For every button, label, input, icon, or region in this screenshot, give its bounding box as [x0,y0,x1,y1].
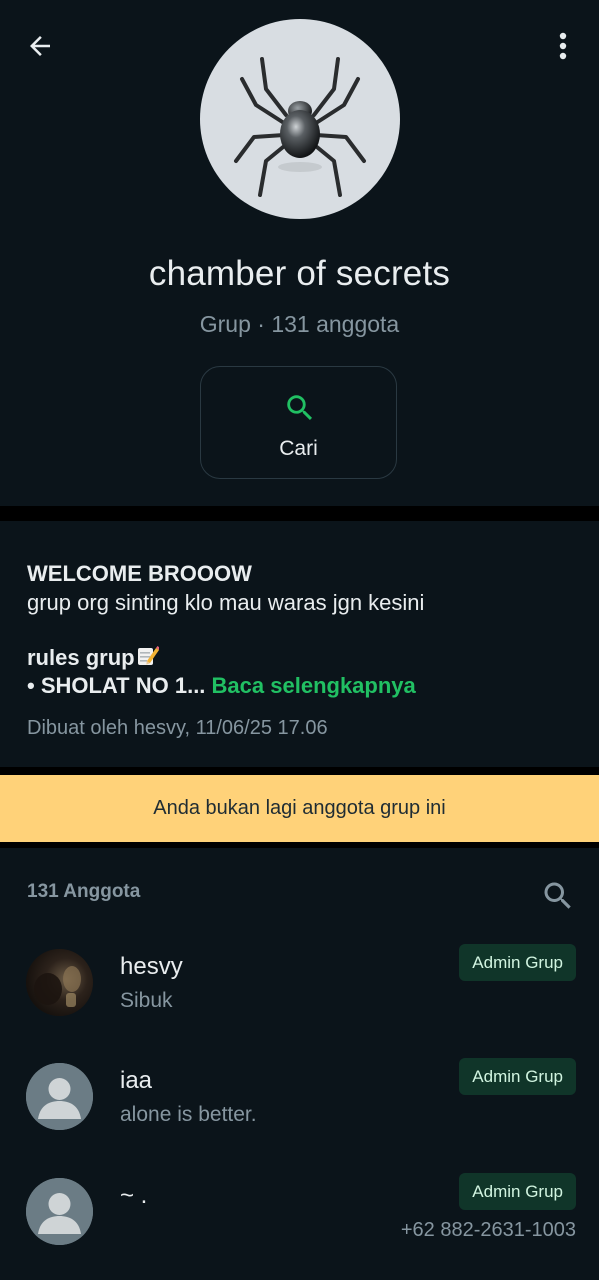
member-status: alone is better. [120,1103,257,1126]
more-options-button[interactable] [546,26,580,66]
search-icon [544,882,571,909]
search-button[interactable]: Cari [200,366,397,479]
avatar [26,949,93,1016]
description-line-4-text: • SHOLAT NO 1... [27,673,206,698]
members-section: 131 Anggota hesvy Sibuk Admin Grup iaa a… [0,848,599,1280]
description-line-2: grup org sinting klo mau waras jgn kesin… [27,590,425,615]
member-name: ~ . [120,1182,148,1209]
description-line-4: • SHOLAT NO 1... Baca selengkapnya [27,673,416,699]
search-icon [283,391,317,425]
spider-icon [234,57,366,197]
default-person-icon [26,1063,93,1130]
admin-badge: Admin Grup [459,944,576,981]
group-header: chamber of secrets Grup · 131 anggota Ca… [0,0,599,506]
members-count: 131 Anggota [27,881,141,902]
description-line-1: WELCOME BROOOW [27,561,252,586]
more-vertical-icon [559,32,567,60]
group-avatar[interactable] [200,19,400,219]
member-status: Sibuk [120,989,173,1012]
group-subtitle: Grup · 131 anggota [199,311,400,337]
search-label: Cari [279,437,318,460]
admin-badge: Admin Grup [459,1173,576,1210]
group-title: chamber of secrets [148,254,451,293]
admin-badge: Admin Grup [459,1058,576,1095]
description-line-3: rules grup [27,645,160,673]
group-description[interactable]: WELCOME BROOOW grup org sinting klo mau … [0,521,599,767]
default-person-icon [26,1178,93,1245]
back-button[interactable] [22,28,58,64]
member-row[interactable]: hesvy Sibuk Admin Grup [0,944,599,1049]
member-name: hesvy [120,953,183,980]
not-member-banner: Anda bukan lagi anggota grup ini [0,775,599,842]
members-search-button[interactable] [540,878,576,914]
group-info-page: chamber of secrets Grup · 131 anggota Ca… [0,0,599,1280]
member-name: iaa [120,1067,153,1094]
created-by-text: Dibuat oleh hesvy, 11/06/25 17.06 [27,717,328,739]
memo-pencil-icon [137,645,160,673]
description-line-3-text: rules grup [27,645,135,670]
read-more-link[interactable]: Baca selengkapnya [212,673,416,698]
member-phone: +62 882-2631-1003 [400,1219,576,1241]
member-row[interactable]: iaa alone is better. Admin Grup [0,1058,599,1163]
member-row[interactable]: ~ . +62 882-2631-1003 Admin Grup [0,1173,599,1278]
arrow-left-icon [30,36,50,56]
